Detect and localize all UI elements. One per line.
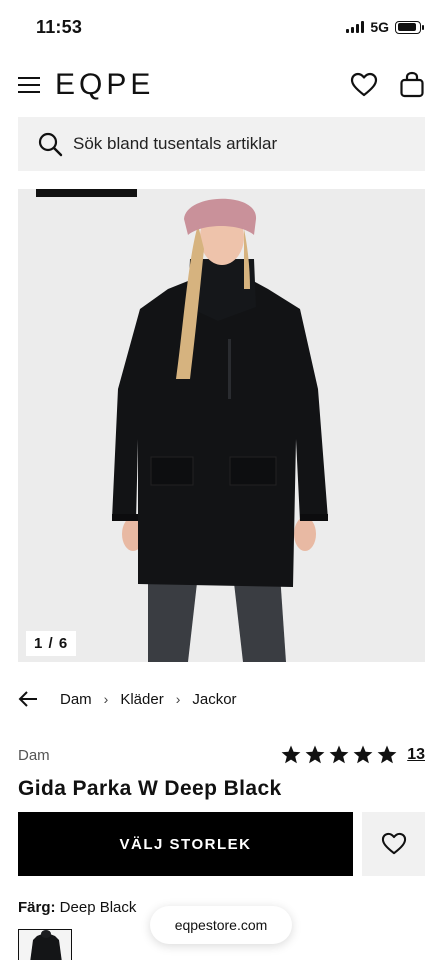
signal-icon bbox=[346, 21, 365, 33]
network-type: 5G bbox=[370, 19, 389, 35]
bag-icon[interactable] bbox=[399, 71, 425, 99]
search-input[interactable]: Sök bland tusentals artiklar bbox=[18, 117, 425, 171]
chevron-right-icon: › bbox=[175, 691, 181, 707]
review-count[interactable]: 13 bbox=[407, 746, 425, 764]
chevron-right-icon: › bbox=[103, 691, 109, 707]
status-bar: 11:53 5G bbox=[0, 0, 443, 56]
breadcrumb-item-dam[interactable]: Dam bbox=[60, 691, 92, 708]
battery-level bbox=[397, 23, 417, 31]
status-time: 11:53 bbox=[36, 17, 83, 37]
product-photo bbox=[18, 189, 425, 662]
heart-icon bbox=[381, 832, 406, 855]
product-title: Gida Parka W Deep Black bbox=[18, 777, 282, 800]
star-icon bbox=[329, 745, 349, 764]
product-rating[interactable]: 13 bbox=[281, 745, 425, 764]
product-brand[interactable]: Dam bbox=[18, 747, 50, 764]
site-header: EQPE bbox=[0, 62, 443, 110]
product-image-gallery[interactable]: 1 / 6 bbox=[18, 189, 425, 662]
breadcrumb-item-klader[interactable]: Kläder bbox=[120, 691, 163, 708]
star-icon bbox=[353, 745, 373, 764]
browser-url-bar[interactable]: eqpestore.com bbox=[150, 906, 292, 944]
color-swatch-deep-black[interactable] bbox=[18, 929, 72, 960]
breadcrumb: Dam › Kläder › Jackor bbox=[18, 686, 237, 712]
search-icon bbox=[38, 132, 63, 157]
select-size-button[interactable]: VÄLJ STORLEK bbox=[18, 812, 353, 876]
heart-icon[interactable] bbox=[350, 72, 378, 98]
image-counter: 1 / 6 bbox=[26, 631, 77, 656]
color-value: Deep Black bbox=[59, 899, 137, 916]
breadcrumb-item-jackor[interactable]: Jackor bbox=[192, 691, 236, 708]
star-icon bbox=[281, 745, 301, 764]
search-placeholder: Sök bland tusentals artiklar bbox=[73, 134, 278, 153]
add-to-wishlist-button[interactable] bbox=[362, 812, 425, 876]
star-icon bbox=[377, 745, 397, 764]
back-arrow-icon[interactable] bbox=[18, 691, 38, 707]
star-icon bbox=[305, 745, 325, 764]
menu-icon[interactable] bbox=[18, 76, 40, 94]
battery-icon bbox=[395, 20, 424, 34]
swatch-thumbnail bbox=[19, 930, 71, 960]
color-label: Färg: bbox=[18, 899, 56, 916]
color-info: Färg: Deep Black bbox=[18, 899, 136, 916]
gallery-progress-bar bbox=[36, 189, 137, 197]
status-indicators: 5G bbox=[346, 19, 424, 35]
site-logo[interactable]: EQPE bbox=[55, 68, 154, 102]
